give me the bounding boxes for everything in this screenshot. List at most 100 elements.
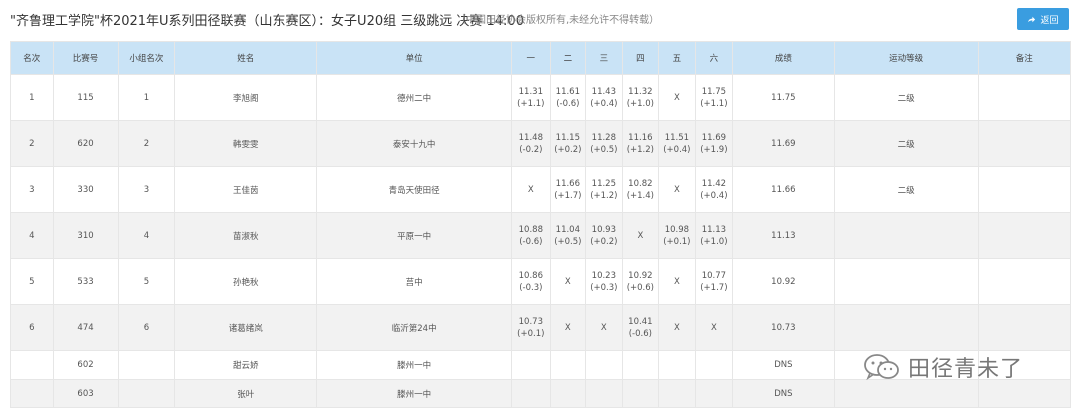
trial-wind: (+1.9)	[700, 144, 728, 155]
trial-cell: 11.16 (+1.2)	[621, 120, 660, 167]
level-cell	[833, 304, 979, 351]
table-row: 4 310 4 苗淑秋 平原一中 10.88 (-0.6) 11.04 (+0.5) 10.93(…	[10, 212, 1072, 259]
col-header: 二	[549, 41, 587, 75]
col-header: 名次	[10, 41, 54, 75]
trial-cell: 11.75 (+1.1)	[694, 74, 734, 121]
trial-mark: 10.73	[518, 316, 543, 327]
trial-mark: 10.98	[664, 224, 690, 235]
rank-cell: 6	[10, 304, 54, 351]
trial-cell: 11.15 (+0.2)	[549, 120, 587, 167]
trial-wind: (-0.6)	[556, 98, 580, 109]
trial-cell: X	[658, 258, 696, 305]
trial-wind: (+0.5)	[554, 236, 582, 247]
name-cell: 孙艳秋	[174, 258, 318, 305]
col-header: 三	[585, 41, 623, 75]
trial-cell: 11.66 (+1.7)	[549, 166, 587, 213]
result-cell: DNS	[732, 350, 835, 380]
trial-cell: 10.77 (+1.7)	[694, 258, 734, 305]
trial-wind: (+1.7)	[554, 190, 582, 201]
trial-mark: 11.28	[591, 132, 616, 143]
unit-cell: 青岛天使田径	[316, 166, 513, 213]
trial-cell: X	[585, 304, 623, 351]
rank-cell	[10, 379, 54, 408]
table-row: 3 330 3 王佳茵 青岛天使田径 X 11.66 (+1.7) 11.25 (+1.2) 10.…	[10, 166, 1072, 213]
col-header: 备注	[977, 41, 1072, 75]
trial-mark: X	[637, 230, 644, 241]
rank-cell	[10, 350, 54, 380]
trial-cell	[658, 379, 696, 408]
trial-cell: 11.61 (-0.6)	[549, 74, 587, 121]
trial-cell: 11.69 (+1.9)	[694, 120, 734, 167]
result-cell: 10.73	[732, 304, 835, 351]
unit-cell: 泰安十九中	[316, 120, 513, 167]
rank-cell: 4	[10, 212, 54, 259]
note-cell	[977, 74, 1072, 121]
trial-wind: (+0.1)	[517, 328, 545, 339]
trial-wind: (+0.2)	[554, 144, 582, 155]
trial-cell: 10.93 (+0.2)	[585, 212, 623, 259]
group-rank-cell: 3	[117, 166, 176, 213]
bib-cell: 602	[52, 350, 119, 380]
trial-wind: (+1.1)	[700, 98, 728, 109]
wechat-logo-icon	[864, 354, 899, 381]
trial-cell: 11.42 (+0.4)	[694, 166, 734, 213]
trial-mark: X	[564, 276, 571, 287]
level-cell: 二级	[833, 74, 979, 121]
trial-cell	[511, 350, 551, 380]
trial-mark: 11.31	[518, 86, 543, 97]
name-cell: 苗淑秋	[174, 212, 318, 259]
trial-mark: 11.25	[591, 178, 616, 189]
trial-cell: 11.04 (+0.5)	[549, 212, 587, 259]
trial-wind: (+0.3)	[590, 282, 618, 293]
rank-cell: 1	[10, 74, 54, 121]
col-header: 小组名次	[117, 41, 176, 75]
trial-mark: X	[673, 184, 680, 195]
rank-cell: 5	[10, 258, 54, 305]
trial-mark: 11.32	[628, 86, 653, 97]
col-header: 运动等级	[833, 41, 979, 75]
result-cell: 10.92	[732, 258, 835, 305]
trial-mark: 11.66	[555, 178, 580, 189]
table-row: 6 474 6 诸葛绪岚 临沂第24中 10.73 (+0.1) X X 10.41 (-0.6) X…	[10, 304, 1072, 351]
unit-cell: 莒中	[316, 258, 513, 305]
level-cell	[833, 258, 979, 305]
trial-cell: X	[511, 166, 551, 213]
group-rank-cell: 1	[117, 74, 176, 121]
note-cell	[977, 304, 1072, 351]
trial-cell	[511, 379, 551, 408]
trial-wind: (+1.0)	[626, 98, 654, 109]
name-cell: 甜云娇	[174, 350, 318, 380]
trial-mark: 10.93	[591, 224, 616, 235]
bib-cell: 115	[52, 74, 119, 121]
col-header: 成绩	[732, 41, 835, 75]
table-row: 1 115 1 李旭阁 德州二中 11.31 (+1.1) 11.61 (-0.6) 11.43(…	[10, 74, 1072, 121]
back-button[interactable]: 返回	[1017, 8, 1069, 30]
watermark-text: 田径青未了	[908, 357, 1024, 382]
col-header: 比赛号	[52, 41, 119, 75]
trial-cell: X	[658, 304, 696, 351]
group-rank-cell	[117, 379, 176, 408]
trial-mark: 11.43	[591, 86, 616, 97]
trial-cell: 10.82 (+1.4)	[621, 166, 660, 213]
trial-mark: 11.04	[555, 224, 580, 235]
group-rank-cell: 2	[117, 120, 176, 167]
trial-mark: 11.69	[701, 132, 727, 143]
trial-mark: 10.23	[591, 270, 616, 281]
trial-cell	[621, 379, 660, 408]
col-header: 五	[658, 41, 696, 75]
col-header: 单位	[316, 41, 513, 75]
trial-wind: (-0.6)	[519, 236, 543, 247]
col-header: 一	[511, 41, 551, 75]
bib-cell: 474	[52, 304, 119, 351]
trial-wind: (-0.3)	[519, 282, 543, 293]
trial-mark: 10.92	[628, 270, 653, 281]
trial-mark: X	[673, 276, 680, 287]
trial-wind: (-0.6)	[628, 328, 652, 339]
table-row: 2 620 2 韩雯雯 泰安十九中 11.48 (-0.2) 11.15 (+0.2) 11.28…	[10, 120, 1072, 167]
group-rank-cell	[117, 350, 176, 380]
result-cell: 11.13	[732, 212, 835, 259]
note-cell	[977, 166, 1072, 213]
trial-cell	[621, 350, 660, 380]
trial-wind: (+1.1)	[517, 98, 545, 109]
trial-wind: (-0.2)	[519, 144, 543, 155]
